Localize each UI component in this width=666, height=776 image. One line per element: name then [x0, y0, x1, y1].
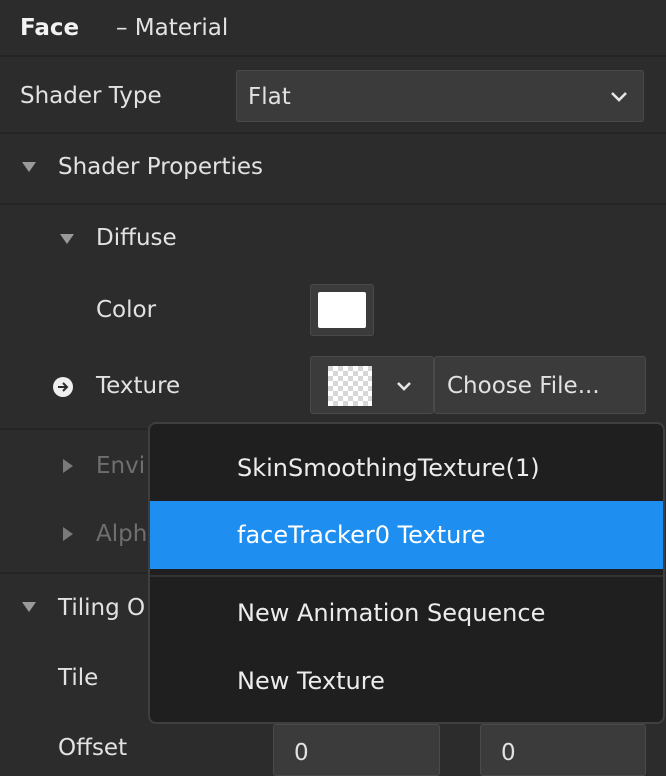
choose-file-button[interactable]: Choose File... — [434, 356, 646, 414]
collapse-triangle-icon[interactable] — [22, 162, 36, 172]
tiling-options-label[interactable]: Tiling O — [58, 594, 145, 622]
divider — [0, 203, 666, 205]
shader-type-label: Shader Type — [20, 83, 162, 109]
menu-item-new-animation-sequence[interactable]: New Animation Sequence — [150, 579, 663, 647]
color-swatch — [318, 292, 366, 328]
tile-label: Tile — [58, 665, 99, 691]
texture-label: Texture — [96, 373, 181, 399]
alpha-label[interactable]: Alph — [96, 520, 147, 548]
menu-separator — [150, 575, 663, 577]
divider — [0, 132, 666, 134]
texture-thumbnail — [328, 366, 372, 406]
expand-triangle-icon[interactable] — [63, 459, 73, 473]
offset-label: Offset — [58, 735, 128, 761]
color-picker[interactable] — [310, 284, 374, 336]
collapse-triangle-icon[interactable] — [22, 602, 36, 612]
offset-x-value: 0 — [294, 740, 309, 766]
texture-dropdown-menu: SkinSmoothingTexture(1) faceTracker0 Tex… — [148, 422, 665, 724]
collapse-triangle-icon[interactable] — [60, 234, 74, 244]
menu-item-new-texture[interactable]: New Texture — [150, 647, 663, 715]
divider — [0, 55, 666, 57]
chevron-down-icon — [611, 92, 627, 102]
shader-properties-label[interactable]: Shader Properties — [58, 153, 263, 181]
diffuse-label[interactable]: Diffuse — [96, 224, 177, 252]
menu-item-skin-smoothing-texture[interactable]: SkinSmoothingTexture(1) — [150, 434, 663, 502]
object-name: Face — [20, 15, 80, 41]
offset-y-input[interactable]: 0 — [480, 724, 646, 776]
choose-file-label: Choose File... — [447, 373, 600, 399]
offset-y-value: 0 — [501, 740, 516, 766]
section-label: – Material — [116, 15, 229, 41]
color-label: Color — [96, 297, 157, 323]
expand-triangle-icon[interactable] — [63, 527, 73, 541]
shader-type-value: Flat — [248, 84, 291, 110]
shader-type-select[interactable]: Flat — [236, 70, 644, 122]
offset-x-input[interactable]: 0 — [273, 724, 440, 776]
texture-select[interactable] — [310, 356, 434, 414]
environment-label[interactable]: Envi — [96, 452, 145, 480]
connect-arrow-icon[interactable] — [52, 376, 74, 398]
menu-item-facetracker-texture[interactable]: faceTracker0 Texture — [150, 501, 663, 569]
chevron-down-icon — [397, 382, 411, 391]
